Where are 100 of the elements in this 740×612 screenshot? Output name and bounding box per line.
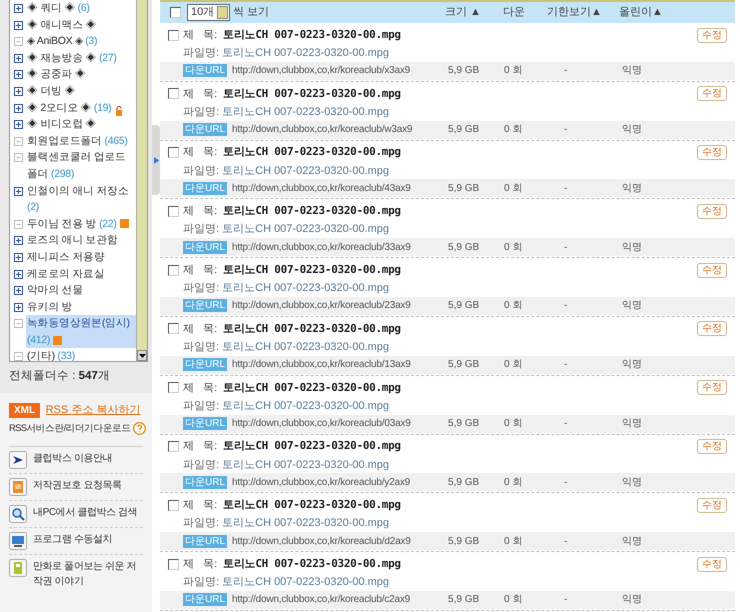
title-label: 제 목: [183, 28, 218, 43]
expiry: - [564, 476, 568, 490]
folder-item[interactable]: 두이님 전용 방 (22) [26, 216, 130, 232]
download-url-link[interactable]: http://down,clubbox,co,kr/koreaclub/x3ax9 [232, 63, 448, 78]
file-checkbox[interactable] [168, 558, 179, 570]
download-url-badge: 다운URL [183, 240, 228, 254]
expand-icon[interactable] [14, 20, 23, 30]
file-checkbox[interactable] [168, 441, 179, 452]
file-checkbox[interactable] [168, 147, 179, 158]
download-url-badge: 다운URL [183, 64, 228, 78]
file-title: 토리노CH 007-0223-0320-00.mpg [223, 438, 401, 454]
file-title: 토리노CH 007-0223-0320-00.mpg [223, 203, 401, 220]
folder-item[interactable]: 케로로의 자료실 [26, 266, 106, 282]
download-url-badge: 다운URL [183, 299, 228, 312]
side-link[interactable]: 만화로 풀어보는 쉬운 저작권 이야기 [33, 558, 143, 589]
side-link[interactable]: 클럽박스 이용안내 [33, 450, 143, 466]
uploader: 익명 [622, 476, 644, 490]
column-header[interactable]: 크기 ▲ [445, 4, 503, 21]
title-label: 제 목: [183, 322, 218, 337]
download-url-link[interactable]: http://down,clubbox,co,kr/koreaclub/23ax9 [232, 298, 448, 314]
file-title: 토리노CH 007-0223-0320-00.mpg [223, 262, 401, 278]
expand-icon[interactable] [14, 54, 23, 63]
download-count: 0 회 [504, 476, 524, 490]
download-url-link[interactable]: http://down,clubbox,co,kr/koreaclub/33ax9 [232, 240, 448, 255]
column-header[interactable]: 다운 [503, 4, 547, 21]
file-size: 5,9 GB [448, 476, 480, 490]
expand-icon[interactable] [14, 4, 23, 13]
file-size: 5,9 GB [448, 417, 480, 432]
title-label: 제 목: [183, 380, 218, 396]
file-checkbox[interactable] [168, 264, 179, 276]
folder-item[interactable]: 녹화동영상원본(임시) (412) [26, 315, 136, 348]
download-url-link[interactable]: http://down,clubbox,co,kr/koreaclub/13ax9 [232, 357, 448, 372]
folder-item[interactable]: ◈ 더빙 ◈ [26, 82, 76, 100]
scroll-down-button[interactable] [137, 350, 147, 361]
download-url-link[interactable]: http://down,clubbox,co,kr/koreaclub/d2ax9 [232, 534, 448, 549]
side-link[interactable]: 내PC에서 클럽박스 검색 [33, 504, 143, 520]
title-label: 제 목: [183, 498, 218, 514]
download-url-link[interactable]: http://down,clubbox,co,kr/koreaclub/03ax9 [232, 416, 448, 432]
folder-item[interactable]: 제니피스 저용량 [26, 248, 106, 266]
folder-item[interactable]: 유키의 방 [26, 298, 74, 316]
column-header[interactable]: 올린이▲ [619, 4, 679, 21]
download-count: 0 회 [504, 182, 524, 196]
expand-icon[interactable] [14, 236, 23, 246]
download-url-link[interactable]: http://down,clubbox,co,kr/koreaclub/y2ax9 [232, 474, 448, 490]
folder-item[interactable]: 블랙센코쿨러 업로드 폴더 (298) [26, 149, 136, 183]
expand-icon[interactable] [14, 270, 23, 278]
file-checkbox[interactable] [168, 206, 179, 217]
download-url-link[interactable]: http://down,clubbox,co,kr/koreaclub/w3ax9 [232, 122, 448, 138]
folder-item[interactable]: ◈ 비디오럽 ◈ [26, 116, 98, 133]
rss-help-link[interactable]: RSS서비스란/리더기다운로드 [9, 422, 131, 436]
file-checkbox[interactable] [168, 88, 179, 100]
expand-icon[interactable] [14, 86, 23, 96]
folder-item[interactable]: 악마의 선물 [26, 282, 84, 299]
folder-item[interactable]: 로즈의 애니 보관함 [26, 232, 119, 249]
file-checkbox[interactable] [168, 500, 179, 511]
folder-item[interactable]: 회원업로드폴더 (465) [26, 132, 129, 150]
file-title: 토리노CH 007-0223-0320-00.mpg [223, 86, 401, 102]
folder-leaf-icon [14, 136, 23, 146]
uploader: 익명 [622, 417, 644, 432]
search-icon[interactable] [9, 504, 27, 523]
file-name: 파일명: 토리노CH 007-0223-0320-00.mpg [183, 576, 390, 588]
select-all-checkbox[interactable] [170, 7, 181, 18]
expiry: - [564, 64, 568, 78]
expand-icon[interactable] [14, 286, 23, 296]
expand-icon[interactable] [14, 186, 23, 196]
folder-item[interactable]: ◈ 애니맥스 ◈ [26, 16, 98, 34]
page-size-select[interactable]: 10개 [187, 4, 230, 21]
expand-icon[interactable] [14, 302, 23, 312]
folder-leaf-icon [14, 220, 23, 229]
folder-item[interactable]: ◈ 쿼디 ◈ (6) [26, 0, 91, 17]
uploader: 익명 [622, 534, 644, 549]
folder-item[interactable]: ◈ 재능방송 ◈ (27) [26, 50, 118, 66]
file-checkbox[interactable] [168, 30, 179, 40]
download-url-badge: 다운URL [183, 123, 228, 136]
download-url-badge: 다운URL [183, 417, 228, 430]
side-link[interactable]: 저작권보호 요청목록 [33, 478, 143, 493]
download-url-link[interactable]: http://down,clubbox,co,kr/koreaclub/c2ax9 [232, 592, 448, 608]
expiry: - [564, 417, 568, 432]
download-count: 0 회 [504, 534, 524, 549]
collapse-handle[interactable] [152, 125, 160, 195]
file-checkbox[interactable] [168, 323, 179, 334]
expand-icon[interactable] [14, 120, 23, 130]
expiry: - [564, 299, 568, 314]
download-count: 0 회 [504, 64, 524, 78]
folder-item[interactable]: ◈ 공중파 ◈ [26, 66, 87, 83]
file-checkbox[interactable] [168, 382, 179, 394]
folder-item[interactable]: ◈ AniBOX ◈ (3) [26, 33, 98, 50]
title-label: 제 목: [183, 86, 218, 102]
monitor-icon[interactable] [9, 532, 27, 550]
column-header[interactable]: 기한보기▲ [547, 4, 619, 21]
expand-icon[interactable] [14, 70, 23, 80]
folder-total: 전체폴더수 : 547개 [9, 370, 110, 382]
folder-item[interactable]: ◈ 2오디오 ◈ (19) [26, 100, 124, 116]
expiry: - [564, 240, 568, 255]
file-size: 5,9 GB [448, 182, 480, 196]
download-url-link[interactable]: http://down,clubbox,co,kr/koreaclub/43ax9 [232, 180, 448, 196]
side-link[interactable]: 프로그램 수동설치 [33, 532, 143, 547]
folder-item[interactable]: 인철이의 애니 저장소 (2) [26, 182, 136, 216]
expand-icon[interactable] [14, 252, 23, 262]
expand-icon[interactable] [14, 104, 23, 113]
